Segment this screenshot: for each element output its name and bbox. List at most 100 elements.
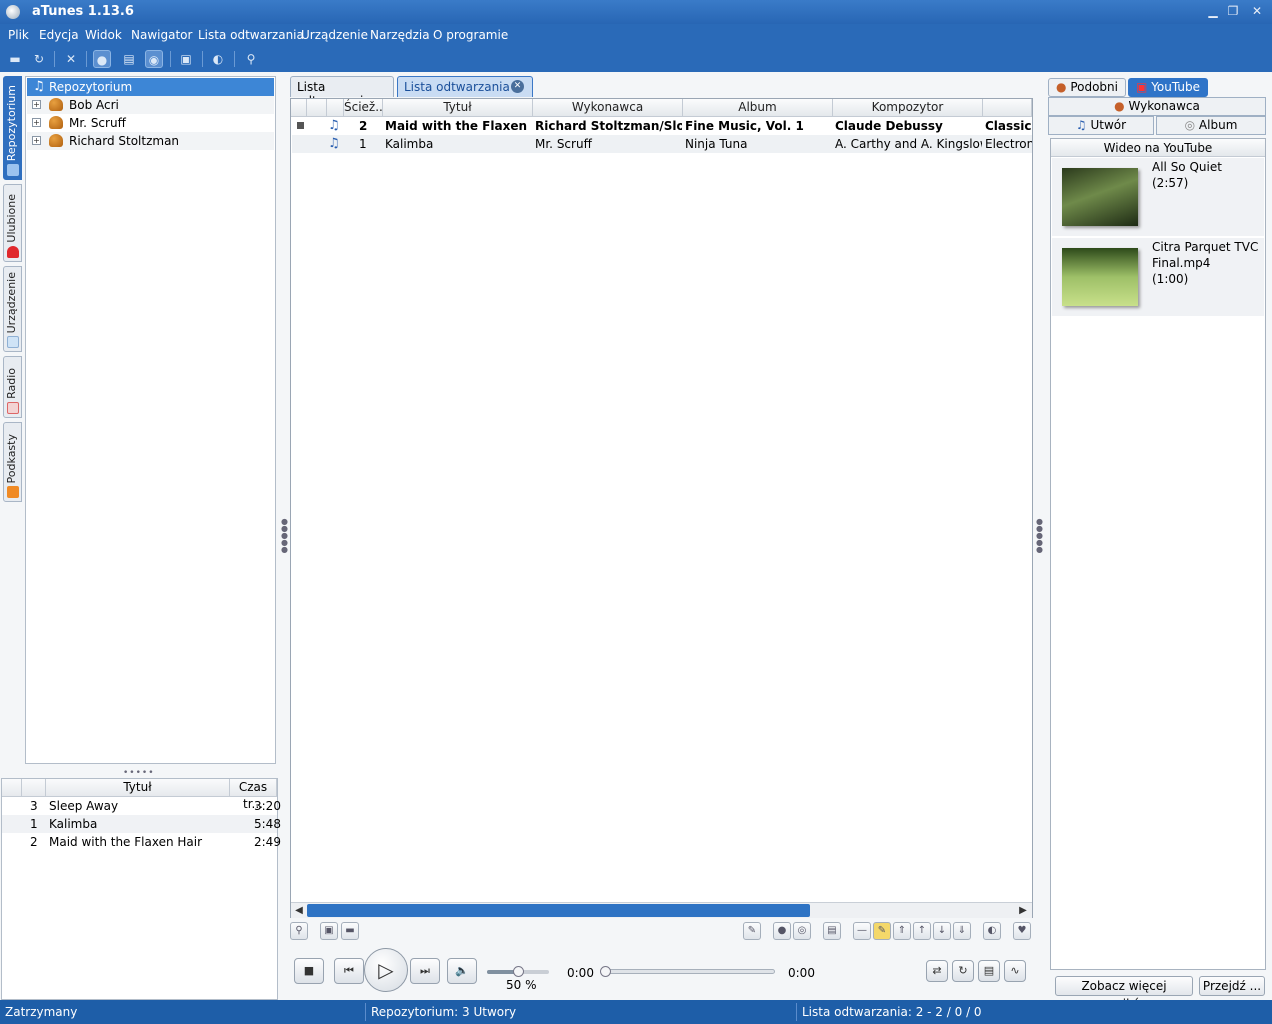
tab-album[interactable]: ◎ Album (1156, 116, 1266, 135)
album-filter-icon[interactable]: ◎ (793, 922, 811, 940)
stop-button[interactable]: ■ (294, 958, 324, 984)
menu-urzadzenie[interactable]: Urządzenie (301, 28, 368, 42)
cd-rip-icon[interactable]: ◐ (209, 50, 227, 68)
similar-artists-icon: ● (1056, 80, 1067, 94)
remove-icon[interactable]: — (853, 922, 871, 940)
tab-podobni[interactable]: ● Podobni (1048, 78, 1126, 97)
table-row[interactable]: ♫ 2 Maid with the Flaxen Hair Richard St… (292, 117, 1032, 135)
table-row[interactable]: 1 Kalimba 5:48 (2, 815, 281, 833)
scroll-right-icon[interactable]: ▶ (1017, 905, 1029, 917)
cd-icon[interactable]: ◐ (983, 922, 1001, 940)
menu-plik[interactable]: Plik (8, 28, 29, 42)
previous-button[interactable]: ⏮ (334, 958, 364, 984)
tab-repozytorium[interactable]: Repozytorium (3, 76, 22, 180)
horizontal-scrollbar[interactable]: ◀ ▶ (291, 902, 1032, 918)
add-files-icon[interactable]: ▣ (320, 922, 338, 940)
column-header-title[interactable]: Tytuł (46, 779, 230, 797)
video-thumbnail[interactable] (1062, 168, 1138, 226)
scroll-left-icon[interactable]: ◀ (293, 905, 305, 917)
tab-podkasty[interactable]: Podkasty (3, 422, 22, 502)
move-down-icon[interactable]: ↓ (933, 922, 951, 940)
mute-button[interactable]: 🔈 (447, 958, 477, 984)
open-folder-icon[interactable]: ▬ (6, 50, 24, 68)
status-bar: Zatrzymany Repozytorium: 3 Utwory Lista … (0, 1000, 1272, 1024)
scrollbar-thumb[interactable] (307, 904, 810, 917)
table-row[interactable]: 3 Sleep Away 3:20 (2, 797, 281, 815)
auto-dj-icon[interactable]: ✎ (743, 922, 761, 940)
tree-root-repozytorium[interactable]: ♫ Repozytorium (27, 78, 274, 96)
tab-radio[interactable]: Radio (3, 356, 22, 418)
youtube-icon: ▣ (1136, 80, 1148, 94)
tree-item-artist[interactable]: + Bob Acri (27, 96, 274, 114)
expand-icon[interactable]: + (32, 118, 41, 127)
tab-urzadzenie[interactable]: Urządzenie (3, 266, 22, 352)
video-item[interactable]: Citra Parquet TVC Final.mp4 (1:00) (1052, 238, 1264, 316)
column-header-time[interactable]: Czas tr... (230, 779, 277, 811)
shuffle-button[interactable]: ⇄ (926, 960, 948, 982)
splitter-handle[interactable]: ● ● ● ● ● (281, 518, 288, 554)
volume-slider[interactable] (487, 966, 549, 977)
close-icon[interactable]: ✕ (1248, 3, 1266, 19)
favorite-heart-icon[interactable]: ♥ (1013, 922, 1031, 940)
tree-item-artist[interactable]: + Richard Stoltzman (27, 132, 274, 150)
clear-icon[interactable]: ✎ (873, 922, 891, 940)
minimize-icon[interactable]: ▁ (1204, 3, 1222, 19)
menu-narzedzia[interactable]: Narzędzia (370, 28, 430, 42)
splitter-handle[interactable]: ● ● ● ● ● (1036, 518, 1043, 554)
video-item[interactable]: All So Quiet (2:57) (1052, 158, 1264, 236)
radio-icon (7, 402, 19, 414)
go-button[interactable]: Przejdź ... (1199, 976, 1265, 996)
menu-edycja[interactable]: Edycja (39, 28, 79, 42)
move-up-icon[interactable]: ↑ (913, 922, 931, 940)
show-playlist-button[interactable]: ▤ (978, 960, 1000, 982)
table-row[interactable]: ♫ 1 Kalimba Mr. Scruff Ninja Tuna A. Car… (292, 135, 1032, 153)
splitter-handle[interactable]: ••••• (123, 768, 155, 778)
move-bottom-icon[interactable]: ⇓ (953, 922, 971, 940)
column-header-title[interactable]: Tytuł (383, 99, 533, 117)
artist-filter-icon[interactable]: ● (773, 922, 791, 940)
search-icon[interactable]: ⚲ (242, 50, 260, 68)
file-info-icon[interactable]: ▤ (823, 922, 841, 940)
volume-knob[interactable] (513, 966, 524, 977)
video-title: Citra Parquet TVC Final.mp4 (1152, 240, 1259, 270)
play-button[interactable]: ▷ (364, 948, 408, 992)
column-header-album[interactable]: Album (683, 99, 833, 117)
preferences-icon[interactable]: ✕ (62, 50, 80, 68)
status-repository: Repozytorium: 3 Utwory (371, 1005, 517, 1019)
menu-nawigator[interactable]: Nawigator (131, 28, 192, 42)
repeat-button[interactable]: ↻ (952, 960, 974, 982)
video-thumbnail[interactable] (1062, 248, 1138, 306)
column-header-track[interactable]: Ściež... (344, 99, 383, 117)
tab-youtube[interactable]: ▣ YouTube (1128, 78, 1208, 97)
menu-widok[interactable]: Widok (85, 28, 122, 42)
more-results-button[interactable]: Zobacz więcej wyników (1055, 976, 1193, 1011)
tab-playlist[interactable]: Lista odtwarzania (290, 76, 394, 108)
tab-wykonawca[interactable]: ● Wykonawca (1048, 97, 1266, 116)
table-row[interactable]: 2 Maid with the Flaxen Hair 2:49 (2, 833, 281, 851)
expand-icon[interactable]: + (32, 136, 41, 145)
podcast-icon[interactable]: ▣ (177, 50, 195, 68)
search-icon[interactable]: ⚲ (290, 922, 308, 940)
add-folder-icon[interactable]: ▬ (341, 922, 359, 940)
column-header-artist[interactable]: Wykonawca (533, 99, 683, 117)
tab-ulubione[interactable]: Ulubione (3, 184, 22, 262)
file-properties-icon[interactable]: ▤ (120, 50, 138, 68)
menu-lista-odtwarzania[interactable]: Lista odtwarzania (198, 28, 304, 42)
move-top-icon[interactable]: ⇑ (893, 922, 911, 940)
navigator-view-icon[interactable]: ● (93, 50, 111, 68)
tree-item-artist[interactable]: + Mr. Scruff (27, 114, 274, 132)
expand-icon[interactable]: + (32, 100, 41, 109)
refresh-icon[interactable]: ↻ (30, 50, 48, 68)
equalizer-button[interactable]: ∿ (1004, 960, 1026, 982)
tab-playlist-1[interactable]: Lista odtwarzania 1 ✕ (397, 76, 533, 97)
progress-knob[interactable] (600, 966, 611, 977)
progress-slider[interactable] (600, 966, 775, 977)
next-button[interactable]: ⏭ (410, 958, 440, 984)
menu-o-programie[interactable]: O programie (433, 28, 508, 42)
restore-icon[interactable]: ❐ (1224, 3, 1242, 19)
youtube-header: Wideo na YouTube (1051, 139, 1265, 157)
close-tab-icon[interactable]: ✕ (511, 80, 524, 93)
column-header-composer[interactable]: Kompozytor (833, 99, 983, 117)
tab-utwor[interactable]: ♫ Utwór (1048, 116, 1154, 135)
context-panel-icon[interactable]: ◉ (145, 50, 163, 68)
